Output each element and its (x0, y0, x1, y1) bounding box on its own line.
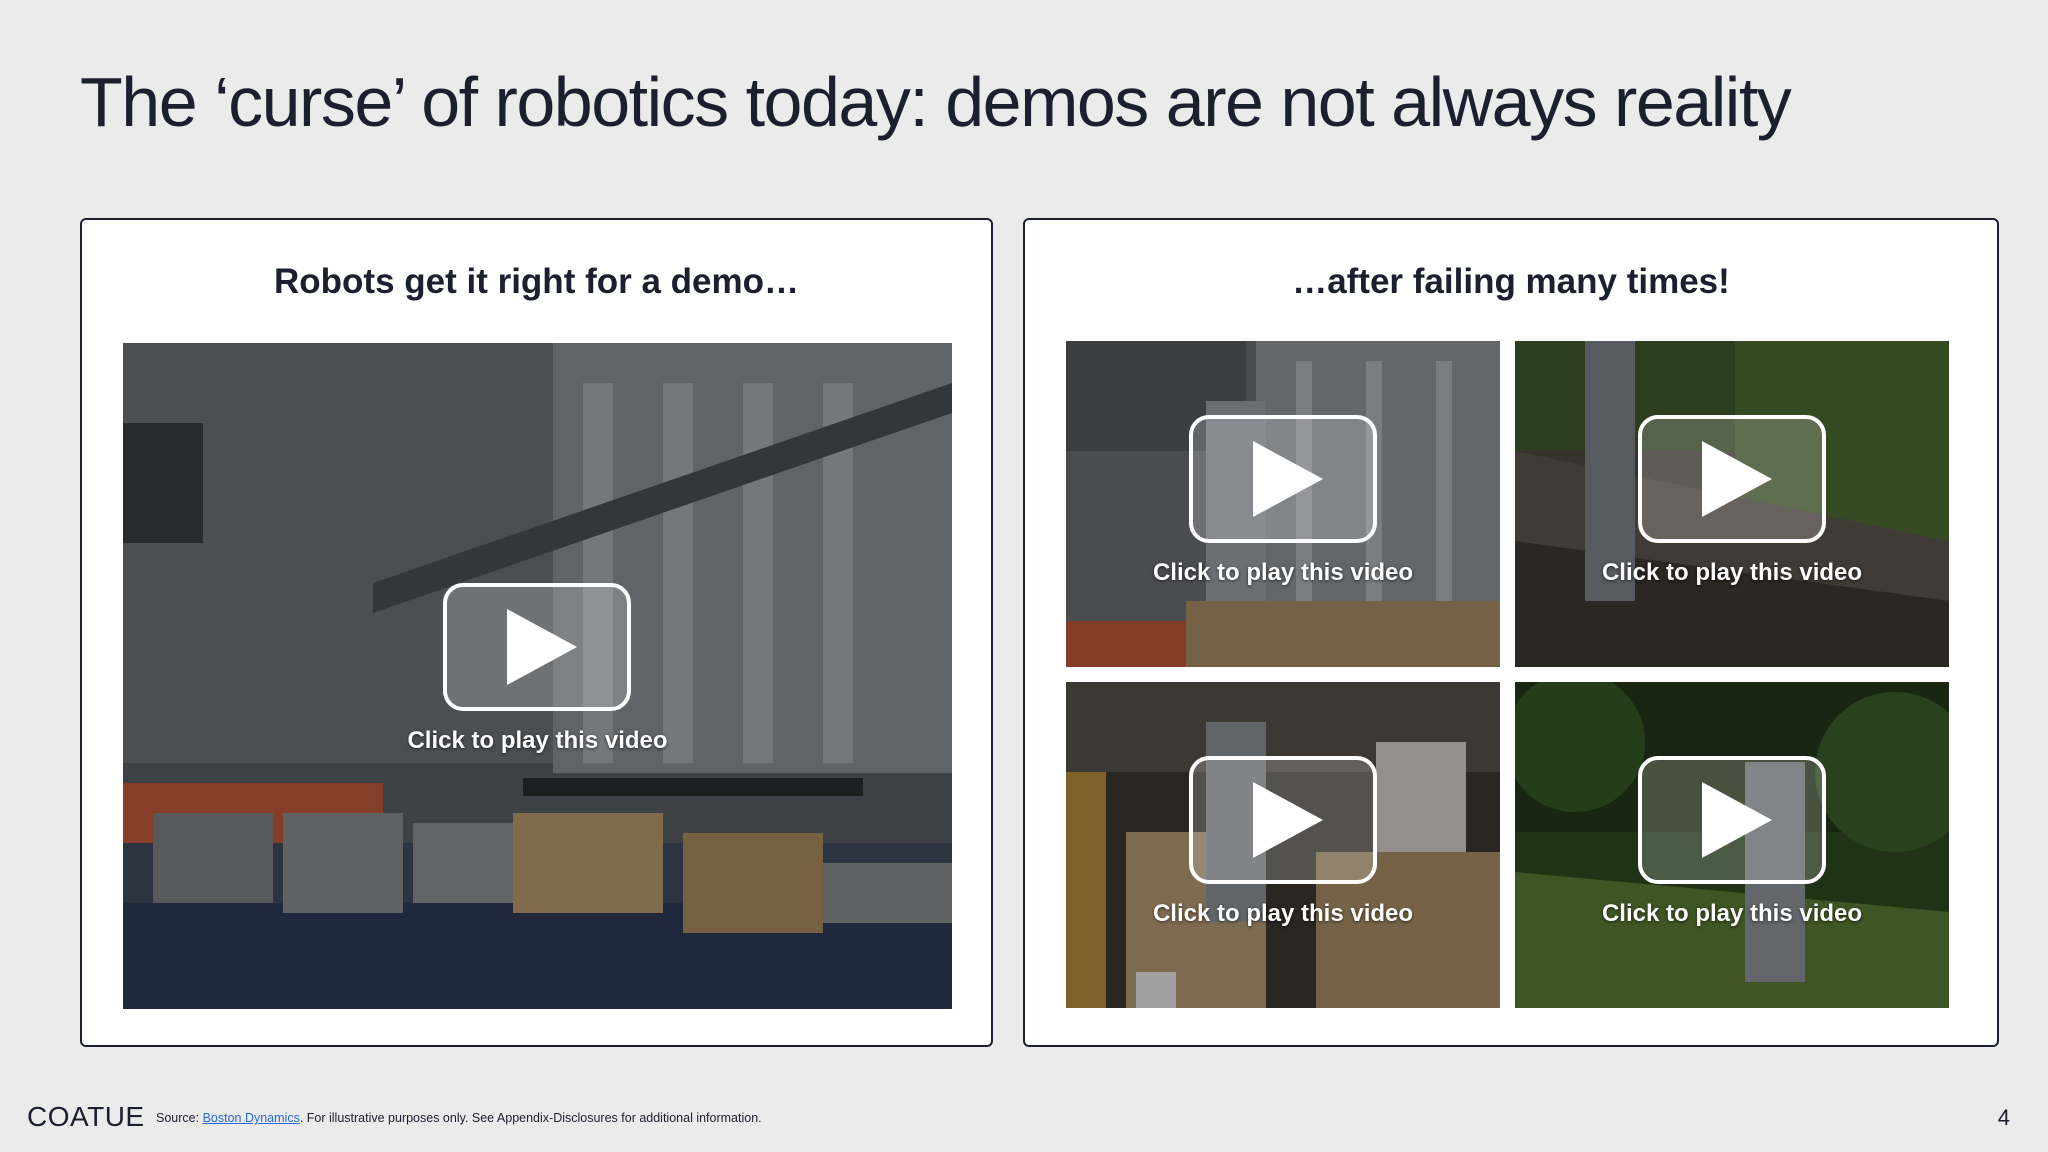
demo-video[interactable]: Click to play this video (123, 343, 952, 1009)
failure-video-2-caption: Click to play this video (1601, 559, 1863, 586)
source-prefix: Source: (156, 1111, 203, 1125)
failures-panel-heading: …after failing many times! (1292, 262, 1730, 301)
demo-play-button[interactable] (443, 583, 631, 711)
failure-video-4[interactable]: Click to play this video (1515, 682, 1949, 1008)
play-icon (507, 609, 577, 685)
failures-panel: …after failing many times! Click to play… (1023, 218, 1999, 1047)
play-icon (1702, 782, 1772, 858)
failure-play-button-4[interactable] (1638, 756, 1826, 884)
demo-panel: Robots get it right for a demo… Click to… (80, 218, 993, 1047)
demo-video-caption: Click to play this video (407, 727, 668, 754)
failure-play-button-3[interactable] (1189, 756, 1377, 884)
play-icon (1253, 782, 1323, 858)
demo-panel-heading: Robots get it right for a demo… (274, 262, 799, 301)
company-logo: COATUE (27, 1101, 145, 1132)
source-note: Source: Boston Dynamics. For illustrativ… (156, 1111, 762, 1125)
failure-video-4-caption: Click to play this video (1601, 900, 1863, 927)
play-icon (1253, 441, 1323, 517)
failure-play-button-2[interactable] (1638, 415, 1826, 543)
source-suffix: . For illustrative purposes only. See Ap… (299, 1111, 762, 1125)
failure-play-button-1[interactable] (1189, 415, 1377, 543)
play-icon (1702, 441, 1772, 517)
page-number: 4 (1997, 1105, 2010, 1130)
failure-video-3-caption: Click to play this video (1152, 900, 1414, 927)
source-link[interactable]: Boston Dynamics (203, 1111, 300, 1125)
failure-video-3[interactable]: Click to play this video (1066, 682, 1500, 1008)
failure-video-1[interactable]: Click to play this video (1066, 341, 1500, 667)
failure-video-2[interactable]: Click to play this video (1515, 341, 1949, 667)
slide-title: The ‘curse’ of robotics today: demos are… (80, 63, 1792, 141)
failure-video-1-caption: Click to play this video (1152, 559, 1414, 586)
